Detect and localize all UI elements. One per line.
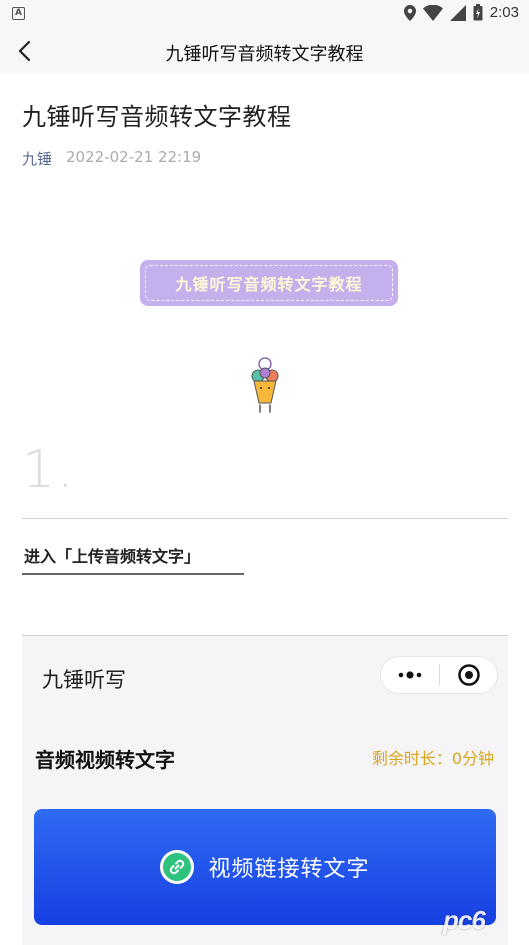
clock: 2:03 (489, 4, 519, 21)
status-bar: A 2:03 (0, 0, 529, 28)
more-button[interactable] (381, 657, 439, 693)
target-close-icon (457, 664, 480, 686)
ice-cream-mascot-icon (251, 357, 279, 413)
author-link[interactable]: 九锤 (22, 148, 52, 169)
button-label: 视频链接转文字 (208, 857, 370, 882)
status-icons: 2:03 (403, 4, 519, 21)
navigation-bar: 九锤听写音频转文字教程 (0, 28, 529, 74)
close-mini-app-button[interactable] (440, 657, 497, 693)
watermark: pc6 (443, 905, 486, 935)
banner-text: 九锤听写音频转文字教程 (145, 265, 393, 301)
wifi-icon (422, 4, 443, 21)
mini-app-capsule (380, 656, 498, 694)
mini-app-name: 九锤听写 (42, 668, 126, 692)
section-title: 音频视频转文字 (35, 748, 175, 772)
location-icon (403, 4, 416, 21)
app-notification-icon: A (12, 7, 25, 20)
video-link-to-text-button[interactable]: 视频链接转文字 (34, 809, 496, 925)
title-banner: 九锤听写音频转文字教程 (140, 260, 398, 306)
remaining-time: 剩余时长：0分钟 (371, 749, 494, 768)
nav-title: 九锤听写音频转文字教程 (165, 44, 364, 65)
article-title: 九锤听写音频转文字教程 (22, 103, 292, 131)
step-instruction: 进入「上传音频转文字」 (24, 547, 201, 566)
article-meta: 九锤 2022-02-21 22:19 (22, 148, 201, 169)
step-divider (22, 518, 508, 519)
step-number: 1. (22, 440, 76, 500)
embedded-screenshot: 九锤听写 音频视频转文字 剩余时长：0分钟 视频链接转文字 (22, 635, 508, 945)
link-icon (160, 850, 195, 884)
signal-icon (449, 4, 466, 21)
screenshot-corner-mark (42, 636, 64, 638)
step-underline (22, 573, 244, 575)
battery-icon (473, 4, 483, 21)
more-dots-icon (398, 671, 422, 679)
publish-date: 2022-02-21 22:19 (66, 148, 202, 166)
